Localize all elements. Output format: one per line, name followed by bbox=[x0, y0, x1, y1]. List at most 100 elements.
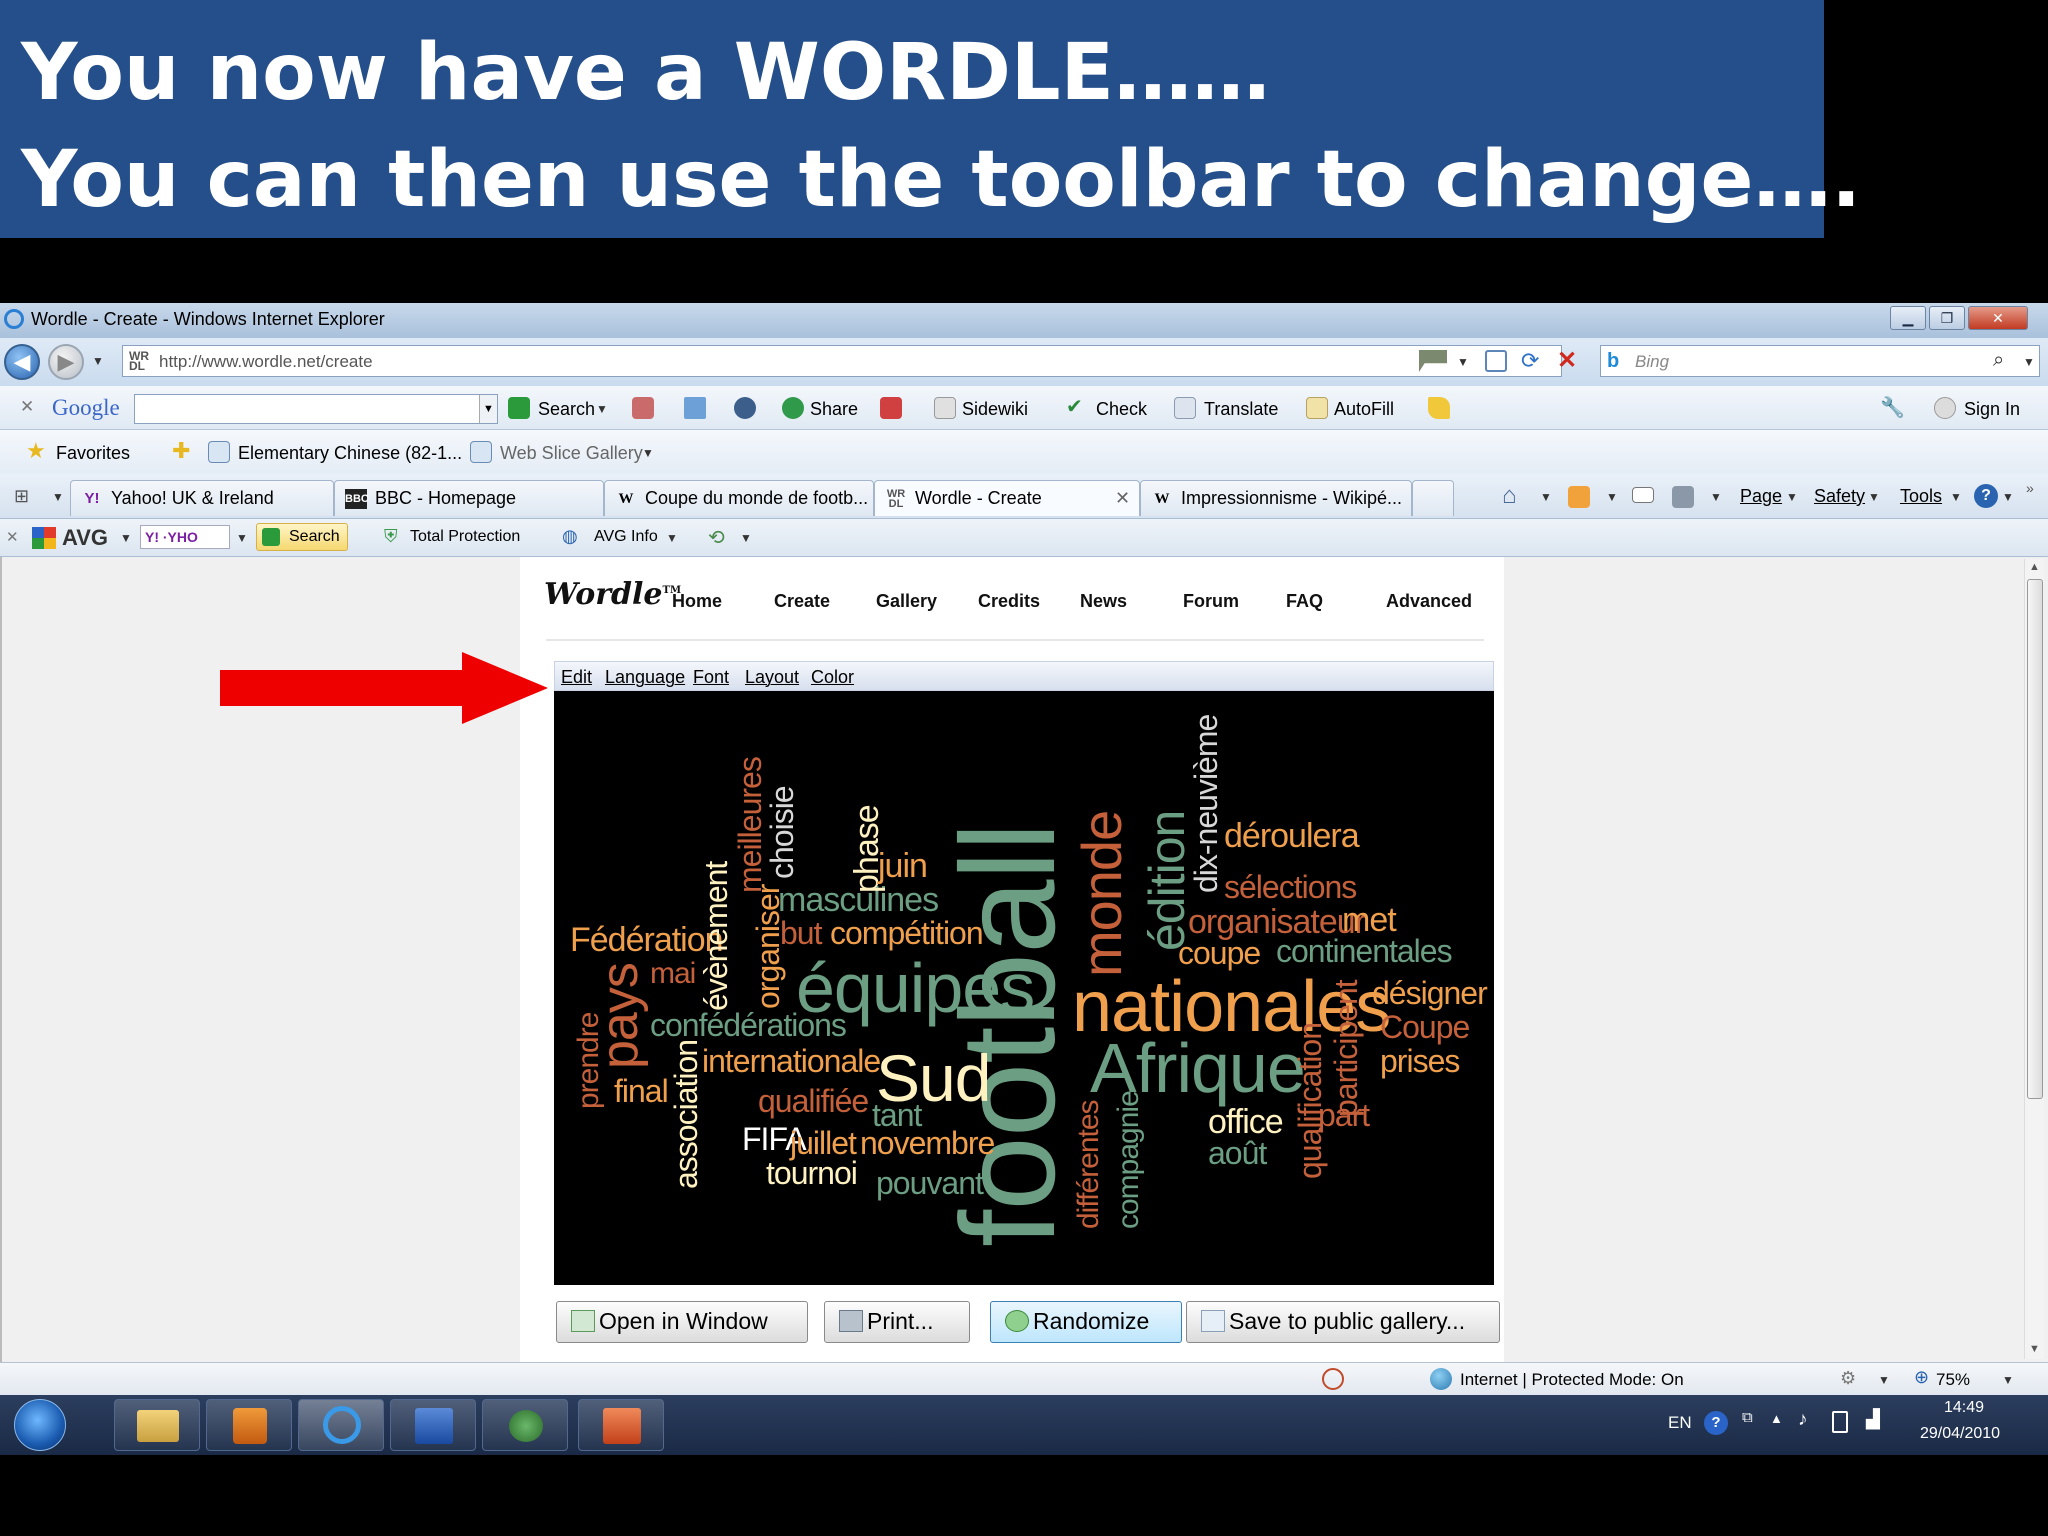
protected-mode-icon[interactable]: ⚙ bbox=[1840, 1368, 1856, 1389]
bookmark-icon[interactable] bbox=[632, 397, 654, 419]
add-to-favorites-icon[interactable]: ✚ bbox=[172, 438, 190, 464]
tools-menu-dropdown-icon[interactable]: ▼ bbox=[1950, 490, 1962, 504]
help-icon[interactable]: ? bbox=[1974, 484, 1998, 508]
translate-icon[interactable] bbox=[1174, 397, 1196, 419]
avg-more-dropdown-icon[interactable]: ▼ bbox=[740, 531, 752, 545]
language-indicator[interactable]: EN bbox=[1668, 1413, 1692, 1433]
open-in-window-button[interactable]: Open in Window bbox=[556, 1301, 808, 1343]
start-button[interactable] bbox=[14, 1399, 66, 1451]
tab-bbc[interactable]: BBC BBC - Homepage bbox=[334, 480, 604, 516]
tab-list-dropdown-icon[interactable]: ▼ bbox=[52, 490, 64, 504]
new-tab-button[interactable] bbox=[1412, 480, 1454, 516]
autofill-icon[interactable] bbox=[1306, 397, 1328, 419]
stop-icon[interactable]: ✕ bbox=[1557, 346, 1577, 375]
address-field[interactable]: WR DL http://www.wordle.net/create ▼ ⟳ ✕ bbox=[122, 345, 1577, 377]
yahoo-search-logo-icon[interactable]: Y! ·YHO bbox=[140, 525, 230, 549]
avg-info-button[interactable]: AVG Info bbox=[594, 528, 658, 546]
avg-info-dropdown-icon[interactable]: ▼ bbox=[666, 531, 678, 545]
scroll-thumb[interactable] bbox=[2027, 579, 2043, 1099]
clock-date[interactable]: 29/04/2010 bbox=[1920, 1425, 2000, 1443]
taskbar-powerpoint[interactable] bbox=[578, 1399, 664, 1451]
autofill-button[interactable]: AutoFill bbox=[1334, 399, 1394, 420]
sidewiki-icon[interactable] bbox=[934, 397, 956, 419]
home-icon[interactable]: ⌂ bbox=[1502, 482, 1517, 510]
favorites-button[interactable]: Favorites bbox=[56, 443, 130, 464]
plus-icon[interactable] bbox=[684, 397, 706, 419]
check-button[interactable]: Check bbox=[1096, 399, 1147, 420]
address-dropdown-icon[interactable]: ▼ bbox=[1457, 355, 1469, 369]
history-dropdown-icon[interactable]: ▼ bbox=[92, 354, 104, 368]
menu-edit[interactable]: Edit bbox=[561, 667, 592, 688]
rss-flag-icon[interactable] bbox=[1419, 350, 1447, 372]
safety-menu[interactable]: Safety bbox=[1814, 486, 1865, 507]
close-avg-toolbar-icon[interactable]: ✕ bbox=[6, 528, 19, 546]
page-menu[interactable]: Page bbox=[1740, 486, 1782, 507]
google-search-button[interactable]: Search bbox=[538, 399, 595, 420]
taskbar-people[interactable] bbox=[482, 1399, 568, 1451]
highlighter-icon[interactable] bbox=[1428, 397, 1450, 419]
nav-news[interactable]: News bbox=[1080, 591, 1127, 612]
favorite-elementary-chinese[interactable]: Elementary Chinese (82-1... bbox=[238, 443, 462, 464]
taskbar-media-player[interactable] bbox=[206, 1399, 292, 1451]
nav-gallery[interactable]: Gallery bbox=[876, 591, 937, 612]
protected-mode-dropdown-icon[interactable]: ▼ bbox=[1878, 1373, 1890, 1387]
print-button[interactable]: Print... bbox=[824, 1301, 970, 1343]
nav-forum[interactable]: Forum bbox=[1183, 591, 1239, 612]
help-tray-icon[interactable]: ? bbox=[1704, 1411, 1728, 1435]
menu-layout[interactable]: Layout bbox=[745, 667, 799, 688]
sign-in-button[interactable]: Sign In bbox=[1964, 399, 2020, 420]
print-dropdown-icon[interactable]: ▼ bbox=[1710, 490, 1722, 504]
scroll-down-icon[interactable]: ▼ bbox=[2029, 1343, 2040, 1355]
nav-credits[interactable]: Credits bbox=[978, 591, 1040, 612]
maximize-button[interactable]: ❐ bbox=[1929, 306, 1965, 330]
google-search-input[interactable]: ▼ bbox=[134, 394, 498, 424]
vertical-scrollbar[interactable]: ▲ ▼ bbox=[2024, 559, 2044, 1359]
tray-restore-icon[interactable]: ⧉ bbox=[1742, 1409, 1753, 1426]
read-mail-icon[interactable] bbox=[1632, 487, 1654, 503]
page-menu-dropdown-icon[interactable]: ▼ bbox=[1786, 490, 1798, 504]
google-search-icon[interactable] bbox=[508, 397, 530, 419]
taskbar-internet-explorer[interactable] bbox=[298, 1399, 384, 1451]
help-dropdown-icon[interactable]: ▼ bbox=[2002, 490, 2014, 504]
menu-color[interactable]: Color bbox=[811, 667, 854, 688]
nav-create[interactable]: Create bbox=[774, 591, 830, 612]
show-hidden-icons-icon[interactable]: ▲ bbox=[1770, 1411, 1783, 1426]
tab-wordle-create[interactable]: WR DL Wordle - Create ✕ bbox=[874, 480, 1140, 516]
favorites-star-icon[interactable]: ★ bbox=[26, 438, 46, 464]
taskbar-explorer[interactable] bbox=[114, 1399, 200, 1451]
forward-button[interactable]: ▶ bbox=[48, 344, 84, 380]
scroll-up-icon[interactable]: ▲ bbox=[2029, 561, 2040, 573]
avg-refresh-icon[interactable]: ⟲ bbox=[708, 525, 725, 550]
google-search-dropdown-icon[interactable]: ▼ bbox=[479, 395, 497, 423]
total-protection-button[interactable]: Total Protection bbox=[410, 528, 520, 546]
quick-tabs-icon[interactable]: ⊞ bbox=[14, 486, 29, 507]
search-dropdown-icon[interactable]: ▼ bbox=[596, 402, 608, 416]
share-icon[interactable] bbox=[782, 397, 804, 419]
randomize-button[interactable]: Randomize bbox=[990, 1301, 1182, 1343]
power-icon[interactable] bbox=[1832, 1411, 1848, 1433]
search-go-icon[interactable]: ⌕ bbox=[1993, 349, 2004, 372]
network-icon[interactable]: ▟ bbox=[1866, 1409, 1880, 1430]
yahoo-dropdown-icon[interactable]: ▼ bbox=[236, 531, 248, 545]
spellcheck-icon[interactable]: ✔ bbox=[1066, 394, 1083, 419]
favorite-web-slice-gallery[interactable]: Web Slice Gallery bbox=[500, 443, 643, 464]
nav-home[interactable]: Home bbox=[672, 591, 722, 612]
popup-blocked-icon[interactable] bbox=[1322, 1368, 1344, 1390]
avg-dropdown-icon[interactable]: ▼ bbox=[120, 531, 132, 545]
feeds-dropdown-icon[interactable]: ▼ bbox=[1606, 490, 1618, 504]
close-tab-icon[interactable]: ✕ bbox=[1115, 481, 1130, 515]
translate-button[interactable]: Translate bbox=[1204, 399, 1278, 420]
search-provider-dropdown-icon[interactable]: ▼ bbox=[2023, 355, 2035, 369]
close-window-button[interactable]: ✕ bbox=[1968, 306, 2028, 330]
zoom-level[interactable]: 75% bbox=[1936, 1370, 1970, 1390]
back-button[interactable]: ◀ bbox=[4, 344, 40, 380]
tab-coupe-du-monde[interactable]: W Coupe du monde de footb... bbox=[604, 480, 874, 516]
volume-icon[interactable]: ♪ bbox=[1798, 1409, 1808, 1431]
chevron-more-icon[interactable]: » bbox=[2026, 480, 2034, 496]
save-to-gallery-button[interactable]: Save to public gallery... bbox=[1186, 1301, 1500, 1343]
refresh-icon[interactable]: ⟳ bbox=[1521, 348, 1539, 374]
close-toolbar-icon[interactable]: ✕ bbox=[20, 397, 34, 417]
wordle-logo[interactable]: WordleTM bbox=[544, 577, 681, 612]
menu-language[interactable]: Language bbox=[605, 667, 685, 688]
compatibility-view-icon[interactable] bbox=[1485, 350, 1507, 372]
